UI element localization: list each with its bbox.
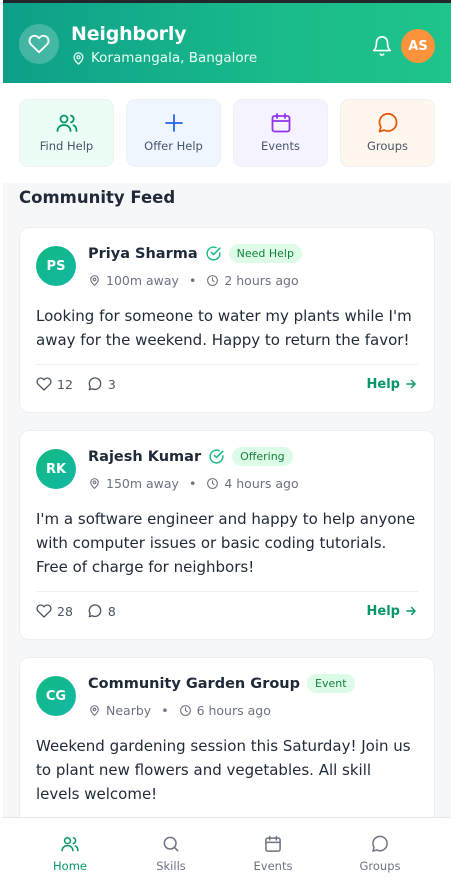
calendar-icon [265, 835, 281, 852]
post-meta: 150m away • 4 hours ago [88, 476, 299, 491]
events-label: Events [261, 139, 300, 153]
help-label: Help [366, 376, 400, 392]
post-meta: 100m away • 2 hours ago [88, 273, 299, 288]
find-help-button[interactable]: Find Help [19, 99, 114, 167]
bell-icon [372, 36, 392, 57]
like-button[interactable]: 12 [36, 376, 73, 392]
chat-icon [372, 835, 388, 852]
author-name[interactable]: Rajesh Kumar [88, 449, 201, 465]
clock-icon [207, 478, 219, 489]
location-selector[interactable]: Koramangala, Bangalore [71, 50, 257, 66]
user-avatar[interactable]: AS [401, 29, 435, 63]
post-time: 6 hours ago [196, 703, 271, 718]
post-tag-badge: Need Help [228, 244, 302, 263]
help-button[interactable]: Help [367, 604, 418, 619]
tab-home[interactable]: Home [14, 818, 126, 888]
chat-icon [378, 112, 397, 133]
comment-icon [88, 377, 102, 391]
events-button[interactable]: Events [233, 99, 328, 167]
groups-label: Groups [366, 139, 408, 153]
tab-events[interactable]: Events [217, 818, 329, 888]
author-name[interactable]: Priya Sharma [88, 246, 198, 262]
like-count: 12 [57, 376, 73, 392]
tab-events-label: Events [253, 859, 293, 873]
heart-icon [28, 34, 50, 54]
post-distance: 150m away [106, 476, 179, 491]
post-card[interactable]: RK Rajesh Kumar Offering 150m away • 4 h… [19, 430, 435, 640]
post-meta: Nearby • 6 hours ago [88, 703, 271, 718]
post-text: Looking for someone to water my plants w… [36, 307, 412, 349]
like-count: 28 [57, 603, 73, 619]
tab-groups[interactable]: Groups [324, 818, 436, 888]
arrow-right-icon [406, 379, 416, 389]
bottom-tab-bar: Home Skills Events Groups [3, 817, 451, 888]
clock-icon [179, 705, 191, 716]
map-pin-icon [73, 51, 84, 65]
author-avatar[interactable]: PS [36, 246, 76, 286]
notifications-button[interactable] [370, 34, 394, 58]
post-card[interactable]: PS Priya Sharma Need Help 100m away • 2 … [19, 227, 435, 413]
app-frame: Neighborly Koramangala, Bangalore AS Fin… [0, 0, 453, 888]
comment-count: 8 [107, 603, 116, 619]
plus-icon [164, 114, 183, 132]
post-divider [36, 591, 418, 592]
calendar-icon [271, 113, 290, 133]
quick-actions: Find Help Offer Help Events Groups [0, 83, 453, 183]
post-actions: 12 3 Help [36, 376, 418, 392]
community-feed[interactable]: Community Feed PS Priya Sharma Need Help… [3, 183, 451, 817]
post-tag-badge: Offering [232, 447, 293, 466]
post-card[interactable]: CG Community Garden Group Event Nearby •… [19, 657, 435, 817]
author-name[interactable]: Community Garden Group [88, 676, 300, 692]
heart-icon [36, 377, 52, 391]
post-divider [36, 364, 418, 365]
offer-help-label: Offer Help [144, 139, 203, 153]
app-title: Neighborly [71, 23, 187, 45]
users-icon [56, 114, 77, 132]
help-button[interactable]: Help [367, 377, 418, 392]
location-label: Koramangala, Bangalore [91, 50, 258, 66]
help-label: Help [366, 603, 400, 619]
heart-icon [36, 604, 52, 618]
brand-logo[interactable] [19, 24, 59, 64]
post-text: Weekend gardening session this Saturday!… [36, 737, 411, 803]
offer-help-button[interactable]: Offer Help [126, 99, 221, 167]
feed-title: Community Feed [19, 188, 176, 207]
meta-separator: • [188, 273, 197, 288]
post-header: Community Garden Group Event [88, 674, 355, 693]
app-header: Neighborly Koramangala, Bangalore AS [3, 0, 451, 83]
post-distance: 100m away [106, 273, 179, 288]
map-pin-icon [90, 705, 99, 716]
comment-button[interactable]: 8 [87, 603, 116, 619]
groups-button[interactable]: Groups [340, 99, 435, 167]
like-button[interactable]: 28 [36, 603, 73, 619]
post-tag-badge: Event [307, 674, 355, 693]
verified-icon [206, 246, 221, 261]
tab-skills-label: Skills [156, 859, 186, 873]
search-icon [163, 836, 179, 852]
post-header: Priya Sharma Need Help [88, 244, 302, 263]
comment-button[interactable]: 3 [87, 376, 116, 392]
author-avatar[interactable]: RK [36, 449, 76, 489]
verified-icon [209, 449, 224, 464]
meta-separator: • [188, 476, 197, 491]
post-actions: 28 8 Help [36, 603, 418, 619]
comment-icon [88, 604, 102, 618]
post-distance: Nearby [106, 703, 152, 718]
post-time: 4 hours ago [224, 476, 299, 491]
map-pin-icon [90, 275, 99, 286]
find-help-label: Find Help [39, 139, 94, 153]
clock-icon [207, 275, 219, 286]
post-time: 2 hours ago [224, 273, 299, 288]
tab-groups-label: Groups [359, 859, 401, 873]
comment-count: 3 [107, 376, 116, 392]
map-pin-icon [90, 478, 99, 489]
author-avatar[interactable]: CG [36, 676, 76, 716]
arrow-right-icon [406, 606, 416, 616]
meta-separator: • [161, 703, 169, 718]
post-header: Rajesh Kumar Offering [88, 447, 293, 466]
post-text: I'm a software engineer and happy to hel… [36, 510, 416, 576]
tab-home-label: Home [53, 859, 87, 873]
users-icon [61, 837, 79, 852]
tab-skills[interactable]: Skills [115, 818, 227, 888]
